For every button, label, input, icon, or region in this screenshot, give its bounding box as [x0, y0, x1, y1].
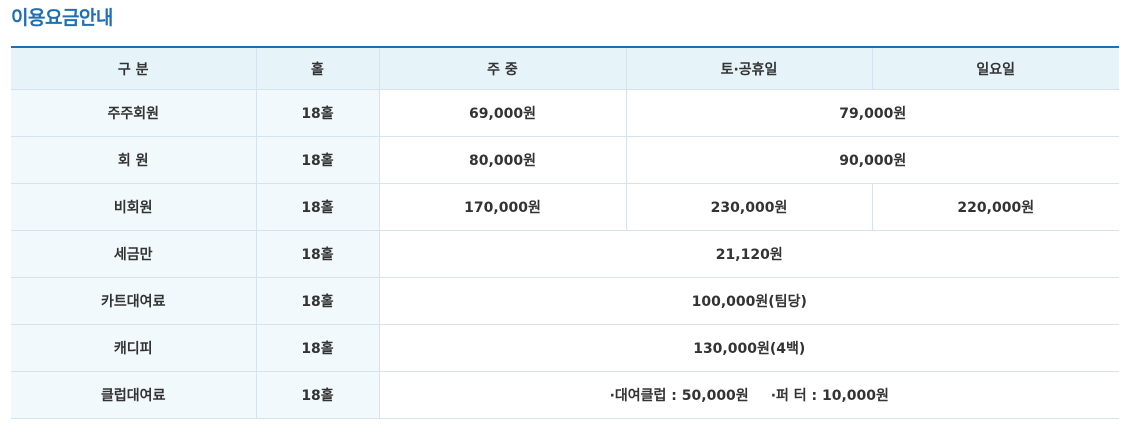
club-rental-prices: ·대여클럽 : 50,000원 ·퍼 터 : 10,000원: [378, 371, 1119, 419]
row-category: 카트대여료: [11, 277, 256, 325]
row-category: 클럽대여료: [11, 371, 256, 419]
weekend-price: 79,000원: [625, 89, 1119, 137]
row-category: 주주회원: [11, 89, 256, 137]
header-saturday-holiday: 토·공휴일: [625, 47, 872, 90]
row-category: 세금만: [11, 230, 256, 278]
row-category: 회 원: [11, 136, 256, 184]
table-row: 세금만 18홀 21,120원: [11, 230, 1119, 278]
table-row: 클럽대여료 18홀 ·대여클럽 : 50,000원 ·퍼 터 : 10,000원: [11, 371, 1119, 419]
row-category: 캐디피: [11, 324, 256, 372]
putter-rental-price: ·퍼 터 : 10,000원: [770, 388, 889, 404]
row-holes: 18홀: [255, 89, 379, 137]
weekday-price: 69,000원: [378, 89, 626, 137]
page: 이용요금안내 구 분 홀 주 중 토·공휴일 일요일 주주회원 18홀 69,0…: [0, 0, 1138, 441]
saturday-holiday-price: 230,000원: [625, 183, 872, 231]
weekday-price: 170,000원: [378, 183, 626, 231]
table-row: 주주회원 18홀 69,000원 79,000원: [11, 89, 1119, 137]
club-rental-price: ·대여클럽 : 50,000원: [609, 388, 749, 404]
all-days-price: 21,120원: [378, 230, 1119, 278]
header-weekday: 주 중: [378, 47, 626, 90]
fee-table: 구 분 홀 주 중 토·공휴일 일요일 주주회원 18홀 69,000원 79,…: [11, 46, 1119, 419]
sunday-price: 220,000원: [871, 183, 1119, 231]
all-days-price: 100,000원(팀당): [378, 277, 1119, 325]
table-row: 카트대여료 18홀 100,000원(팀당): [11, 277, 1119, 325]
table-header-row: 구 분 홀 주 중 토·공휴일 일요일: [11, 47, 1119, 90]
page-title: 이용요금안내: [11, 7, 113, 29]
weekday-price: 80,000원: [378, 136, 626, 184]
row-holes: 18홀: [255, 183, 379, 231]
row-holes: 18홀: [255, 136, 379, 184]
header-sunday: 일요일: [871, 47, 1119, 90]
table-row: 회 원 18홀 80,000원 90,000원: [11, 136, 1119, 184]
row-category: 비회원: [11, 183, 256, 231]
table-row: 캐디피 18홀 130,000원(4백): [11, 324, 1119, 372]
header-holes: 홀: [255, 47, 379, 90]
all-days-price: 130,000원(4백): [378, 324, 1119, 372]
row-holes: 18홀: [255, 277, 379, 325]
header-category: 구 분: [11, 47, 256, 90]
row-holes: 18홀: [255, 324, 379, 372]
row-holes: 18홀: [255, 371, 379, 419]
weekend-price: 90,000원: [625, 136, 1119, 184]
row-holes: 18홀: [255, 230, 379, 278]
table-row: 비회원 18홀 170,000원 230,000원 220,000원: [11, 183, 1119, 231]
